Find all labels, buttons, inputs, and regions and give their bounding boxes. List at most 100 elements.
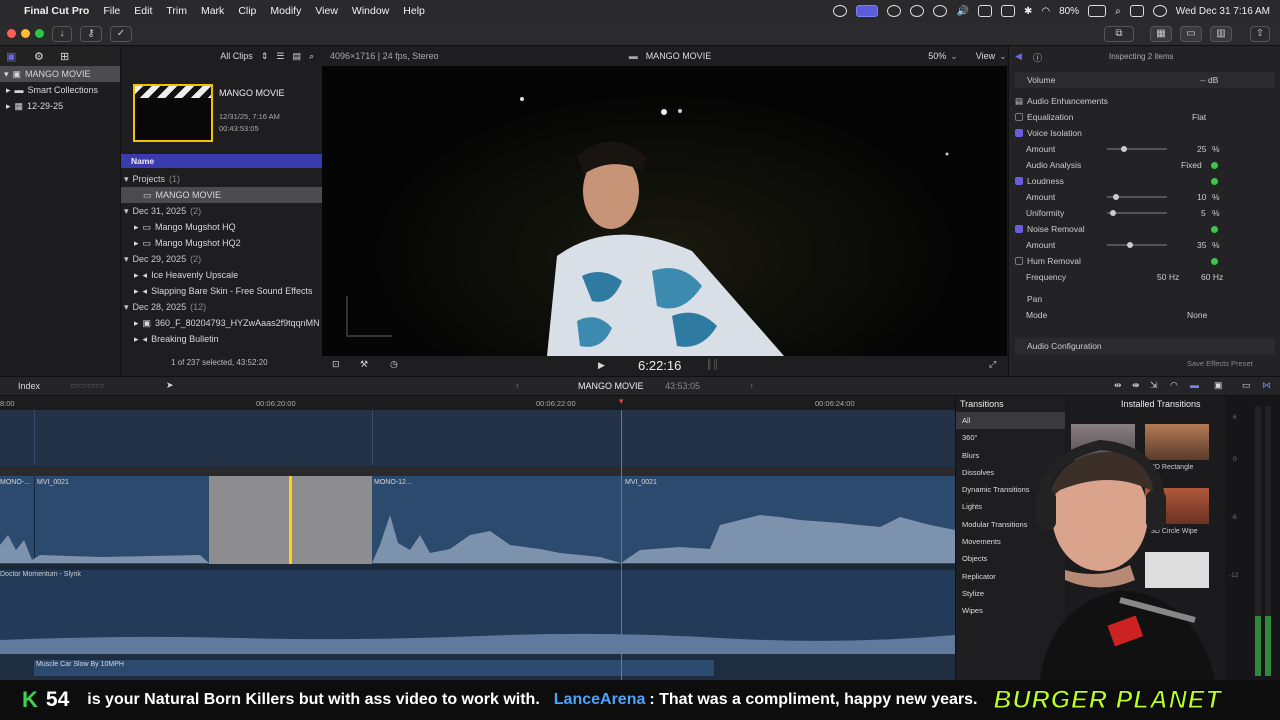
clock[interactable]: Wed Dec 31 7:16 AM <box>1176 6 1270 17</box>
play-button[interactable]: ▶ <box>598 360 605 371</box>
uniformity-slider[interactable] <box>1107 210 1167 216</box>
minimize-window-button[interactable] <box>21 29 30 38</box>
playhead-marker[interactable]: ▾ <box>619 396 624 407</box>
menu-help[interactable]: Help <box>403 5 425 17</box>
freq-60-radio[interactable]: 60 Hz <box>1201 272 1223 282</box>
music-clip-2[interactable]: Muscle Car Slow By 10MPH <box>34 660 714 676</box>
library-item-smart[interactable]: ▸ ▬ Smart Collections <box>0 82 120 98</box>
nr-amount-slider[interactable] <box>1107 242 1167 248</box>
libraries-icon[interactable]: ▣ <box>6 50 16 63</box>
library-item-root[interactable]: ▾ ▣ MANGO MOVIE <box>0 66 120 82</box>
keywords-button[interactable]: ⚷ <box>80 26 102 42</box>
menu-modify[interactable]: Modify <box>270 5 301 17</box>
project-thumbnail[interactable] <box>133 84 213 142</box>
menu-mark[interactable]: Mark <box>201 5 224 17</box>
hum-removal-checkbox[interactable] <box>1015 257 1023 265</box>
category-all[interactable]: All <box>956 412 1065 430</box>
clip-appearance-icon[interactable]: ☰ <box>276 51 284 62</box>
play-icon[interactable] <box>933 5 948 17</box>
battery-icon[interactable] <box>1088 5 1107 17</box>
enhance-icon[interactable]: ⚒ <box>360 359 368 370</box>
app-name-menu[interactable]: Final Cut Pro <box>24 5 89 17</box>
chevron-down-icon[interactable]: ⌄ <box>999 51 1007 62</box>
timeline-area[interactable]: MONO-... MVI_0021 MONO-12... MVI_0021 Do… <box>0 410 955 680</box>
control-center-icon[interactable] <box>1129 5 1144 17</box>
display-icon[interactable] <box>977 5 992 17</box>
index-button[interactable]: Index <box>18 381 40 391</box>
audio-config-heading[interactable]: Audio Configuration <box>1015 338 1275 354</box>
obs-icon[interactable] <box>910 5 925 17</box>
zoom-window-button[interactable] <box>35 29 44 38</box>
volume-icon[interactable]: 🔊 <box>956 6 968 17</box>
freq-50-radio[interactable]: 50 Hz <box>1157 272 1179 282</box>
loudness-amount-slider[interactable] <box>1107 194 1167 200</box>
menu-clip[interactable]: Clip <box>238 5 256 17</box>
transform-icon[interactable]: ⊡ <box>332 359 340 370</box>
list-item[interactable]: ▸ ▭ Mango Mugshot HQ2 <box>121 235 323 251</box>
show-inspector-button[interactable]: ▥ <box>1210 26 1232 42</box>
list-item[interactable]: ▾ Dec 28, 2025 (12) <box>121 299 323 315</box>
import-button[interactable]: ↓ <box>52 26 72 42</box>
grid-icon[interactable] <box>887 5 902 17</box>
list-item[interactable]: ▾ Dec 31, 2025 (2) <box>121 203 323 219</box>
status-icon[interactable] <box>833 5 848 17</box>
list-item[interactable]: ▸ ▭ Mango Mugshot HQ <box>121 219 323 235</box>
noise-removal-checkbox[interactable] <box>1015 225 1023 233</box>
eq-dropdown[interactable]: Flat <box>1192 112 1206 122</box>
transitions-browser-icon[interactable]: ⋈ <box>1262 380 1271 391</box>
list-item[interactable]: ▾ Projects (1) <box>121 171 323 187</box>
audio-inspector-icon[interactable]: ◀ <box>1015 51 1022 62</box>
view-dropdown[interactable]: View <box>976 51 995 61</box>
snapping-icon[interactable]: ⇼ <box>1132 380 1140 391</box>
search-icon[interactable]: ⌕ <box>309 51 314 62</box>
headphones-icon[interactable]: ◠ <box>1170 380 1178 391</box>
volume-value[interactable]: -- dB <box>1200 75 1218 85</box>
fullscreen-icon[interactable]: ⤢ <box>989 359 996 370</box>
effects-browser-icon[interactable]: ▭ <box>1242 380 1251 391</box>
list-item[interactable]: ▭ MANGO MOVIE <box>121 187 323 203</box>
timeline-ruler[interactable]: 8:00 00:06:20:00 00:06:22:00 00:06:24:00… <box>0 396 955 410</box>
show-browser-button[interactable]: ▦ <box>1150 26 1172 42</box>
speed-icon[interactable]: ◷ <box>390 359 398 370</box>
select-tool-icon[interactable]: ➤ <box>166 380 174 391</box>
list-item[interactable]: ▸ ◂ Ice Heavenly Upscale <box>121 267 323 283</box>
edit-tools-icon[interactable]: ▭▭▭▭ <box>70 380 104 391</box>
chevron-updown-icon[interactable]: ⇕ <box>261 51 269 62</box>
clip-appearance-icon[interactable]: ▣ <box>1214 380 1223 391</box>
back-arrow-icon[interactable]: ‹ <box>516 380 519 390</box>
menu-view[interactable]: View <box>315 5 338 17</box>
list-item[interactable]: ▸ ◂ Slapping Bare Skin - Free Sound Effect… <box>121 283 323 299</box>
close-window-button[interactable] <box>7 29 16 38</box>
filmstrip-icon[interactable]: ▤ <box>292 51 301 62</box>
bluetooth-icon[interactable]: ✱ <box>1024 6 1032 17</box>
list-item[interactable]: ▸ ◂ Breaking Bulletin <box>121 331 323 347</box>
mode-dropdown[interactable]: None <box>1187 310 1207 320</box>
loudness-checkbox[interactable] <box>1015 177 1023 185</box>
forward-arrow-icon[interactable]: › <box>750 380 753 390</box>
timecode-display[interactable]: 6:22:16 <box>638 358 681 373</box>
menu-edit[interactable]: Edit <box>134 5 152 17</box>
save-effects-preset-button[interactable]: Save Effects Preset <box>1187 359 1253 368</box>
photos-icon[interactable]: ⚙ <box>34 50 44 63</box>
zoom-dropdown[interactable]: 50% <box>928 51 946 61</box>
siri-icon[interactable] <box>1152 5 1167 17</box>
info-icon[interactable]: ⓘ <box>1033 51 1042 64</box>
audio-skim-icon[interactable]: ⇲ <box>1150 380 1158 391</box>
background-tasks-button[interactable]: ✓ <box>110 26 132 42</box>
library-item-event[interactable]: ▸ ▦ 12-29-25 <box>0 98 120 114</box>
skimming-icon[interactable]: ⇹ <box>1114 380 1122 391</box>
voice-isolation-checkbox[interactable] <box>1015 129 1023 137</box>
layout-button[interactable]: ⧉ <box>1104 26 1134 42</box>
wifi-icon[interactable]: ◠ <box>1041 6 1050 17</box>
name-column-header[interactable]: Name <box>121 154 323 168</box>
music-track[interactable]: Doctor Momentum - Slynk <box>0 570 955 654</box>
share-button[interactable]: ⇧ <box>1250 26 1270 42</box>
solo-icon[interactable]: ▬ <box>1190 380 1199 390</box>
list-item[interactable]: ▸ ▣ 360_F_80204793_HYZwAaas2f9tqqnMN <box>121 315 323 331</box>
playhead-line[interactable] <box>621 410 622 680</box>
message-icon[interactable] <box>1000 5 1015 17</box>
installed-transitions-dropdown[interactable]: Installed Transitions <box>1121 399 1201 409</box>
clip-filter-dropdown[interactable]: All Clips <box>220 51 253 61</box>
project-name-dropdown[interactable]: MANGO MOVIE <box>578 381 644 391</box>
video-frame[interactable] <box>322 66 1007 356</box>
